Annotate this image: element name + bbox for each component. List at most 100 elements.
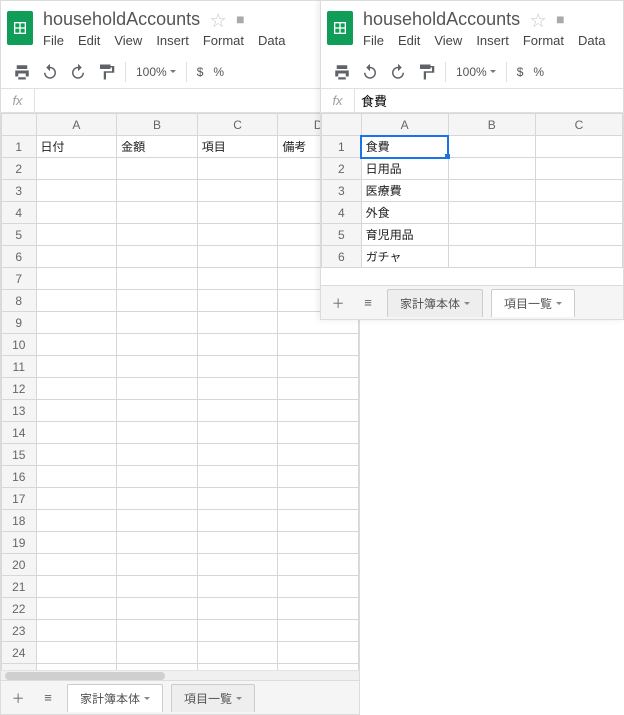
row-header[interactable]: 12 [2,378,37,400]
row-header[interactable]: 9 [2,312,37,334]
row-header[interactable]: 3 [322,180,362,202]
cell[interactable] [278,576,359,598]
row-header[interactable]: 24 [2,642,37,664]
cell[interactable] [36,510,117,532]
cell[interactable]: 医療費 [361,180,448,202]
cell[interactable] [117,620,198,642]
cell[interactable] [197,180,278,202]
cell[interactable] [197,224,278,246]
cell[interactable] [278,620,359,642]
cell[interactable] [36,158,117,180]
cell[interactable]: 日用品 [361,158,448,180]
cell[interactable] [197,620,278,642]
cell[interactable] [36,268,117,290]
cell[interactable] [197,356,278,378]
percent-format-button[interactable]: % [213,65,224,79]
paint-format-icon[interactable] [97,63,115,81]
row-header[interactable]: 14 [2,422,37,444]
row-header[interactable]: 10 [2,334,37,356]
menu-data[interactable]: Data [258,33,285,48]
cell[interactable] [117,444,198,466]
cell[interactable] [278,378,359,400]
row-header[interactable]: 5 [322,224,362,246]
cell[interactable] [36,334,117,356]
select-all-corner[interactable] [2,114,37,136]
column-header[interactable]: B [117,114,198,136]
row-header[interactable]: 23 [2,620,37,642]
cell[interactable] [197,268,278,290]
cell[interactable] [197,488,278,510]
cell[interactable] [117,334,198,356]
cell[interactable] [448,158,535,180]
cell[interactable] [197,202,278,224]
print-icon[interactable] [333,63,351,81]
all-sheets-button[interactable]: ≡ [357,292,379,314]
all-sheets-button[interactable]: ≡ [37,687,59,709]
currency-format-button[interactable]: $ [197,65,204,79]
cell[interactable] [36,378,117,400]
row-header[interactable]: 16 [2,466,37,488]
cell[interactable] [36,246,117,268]
cell[interactable]: 外食 [361,202,448,224]
row-header[interactable]: 2 [322,158,362,180]
cell[interactable] [36,576,117,598]
cell[interactable]: 項目 [197,136,278,158]
row-header[interactable]: 18 [2,510,37,532]
cell[interactable] [278,554,359,576]
cell[interactable] [448,202,535,224]
row-header[interactable]: 7 [2,268,37,290]
cell[interactable] [448,136,535,158]
menu-file[interactable]: File [43,33,64,48]
cell[interactable] [117,158,198,180]
cell[interactable] [278,510,359,532]
cell[interactable] [535,224,622,246]
cell[interactable] [36,356,117,378]
cell[interactable] [278,598,359,620]
sheet-tab-items[interactable]: 項目一覧 [171,684,255,712]
menu-insert[interactable]: Insert [156,33,189,48]
row-header[interactable]: 20 [2,554,37,576]
cell[interactable] [197,400,278,422]
cell[interactable] [535,180,622,202]
column-header[interactable]: A [36,114,117,136]
cell[interactable] [117,466,198,488]
cell[interactable] [117,180,198,202]
cell[interactable] [36,488,117,510]
row-header[interactable]: 19 [2,532,37,554]
cell[interactable] [448,246,535,268]
cell[interactable] [36,642,117,664]
cell[interactable] [197,444,278,466]
row-header[interactable]: 17 [2,488,37,510]
menu-format[interactable]: Format [523,33,564,48]
menu-data[interactable]: Data [578,33,605,48]
cell[interactable] [278,488,359,510]
grid-area[interactable]: ABCD1日付金額項目備考234567891011121314151617181… [1,113,359,670]
sheet-tab-main[interactable]: 家計簿本体 [387,289,483,317]
cell[interactable] [36,466,117,488]
document-title[interactable]: householdAccounts [363,9,520,30]
menu-format[interactable]: Format [203,33,244,48]
cell[interactable]: 育児用品 [361,224,448,246]
cell[interactable] [117,554,198,576]
cell[interactable]: ガチャ [361,246,448,268]
cell[interactable] [117,642,198,664]
cell[interactable] [117,290,198,312]
cell[interactable] [278,444,359,466]
row-header[interactable]: 5 [2,224,37,246]
star-icon[interactable]: ☆ [530,7,546,31]
row-header[interactable]: 21 [2,576,37,598]
cell[interactable] [36,532,117,554]
cell[interactable] [117,510,198,532]
cell[interactable] [535,158,622,180]
cell[interactable]: 金額 [117,136,198,158]
print-icon[interactable] [13,63,31,81]
cell[interactable] [36,598,117,620]
cell[interactable] [197,642,278,664]
cell[interactable] [448,180,535,202]
row-header[interactable]: 6 [322,246,362,268]
row-header[interactable]: 11 [2,356,37,378]
cell[interactable] [117,356,198,378]
cell[interactable] [36,422,117,444]
cell[interactable] [535,246,622,268]
row-header[interactable]: 8 [2,290,37,312]
